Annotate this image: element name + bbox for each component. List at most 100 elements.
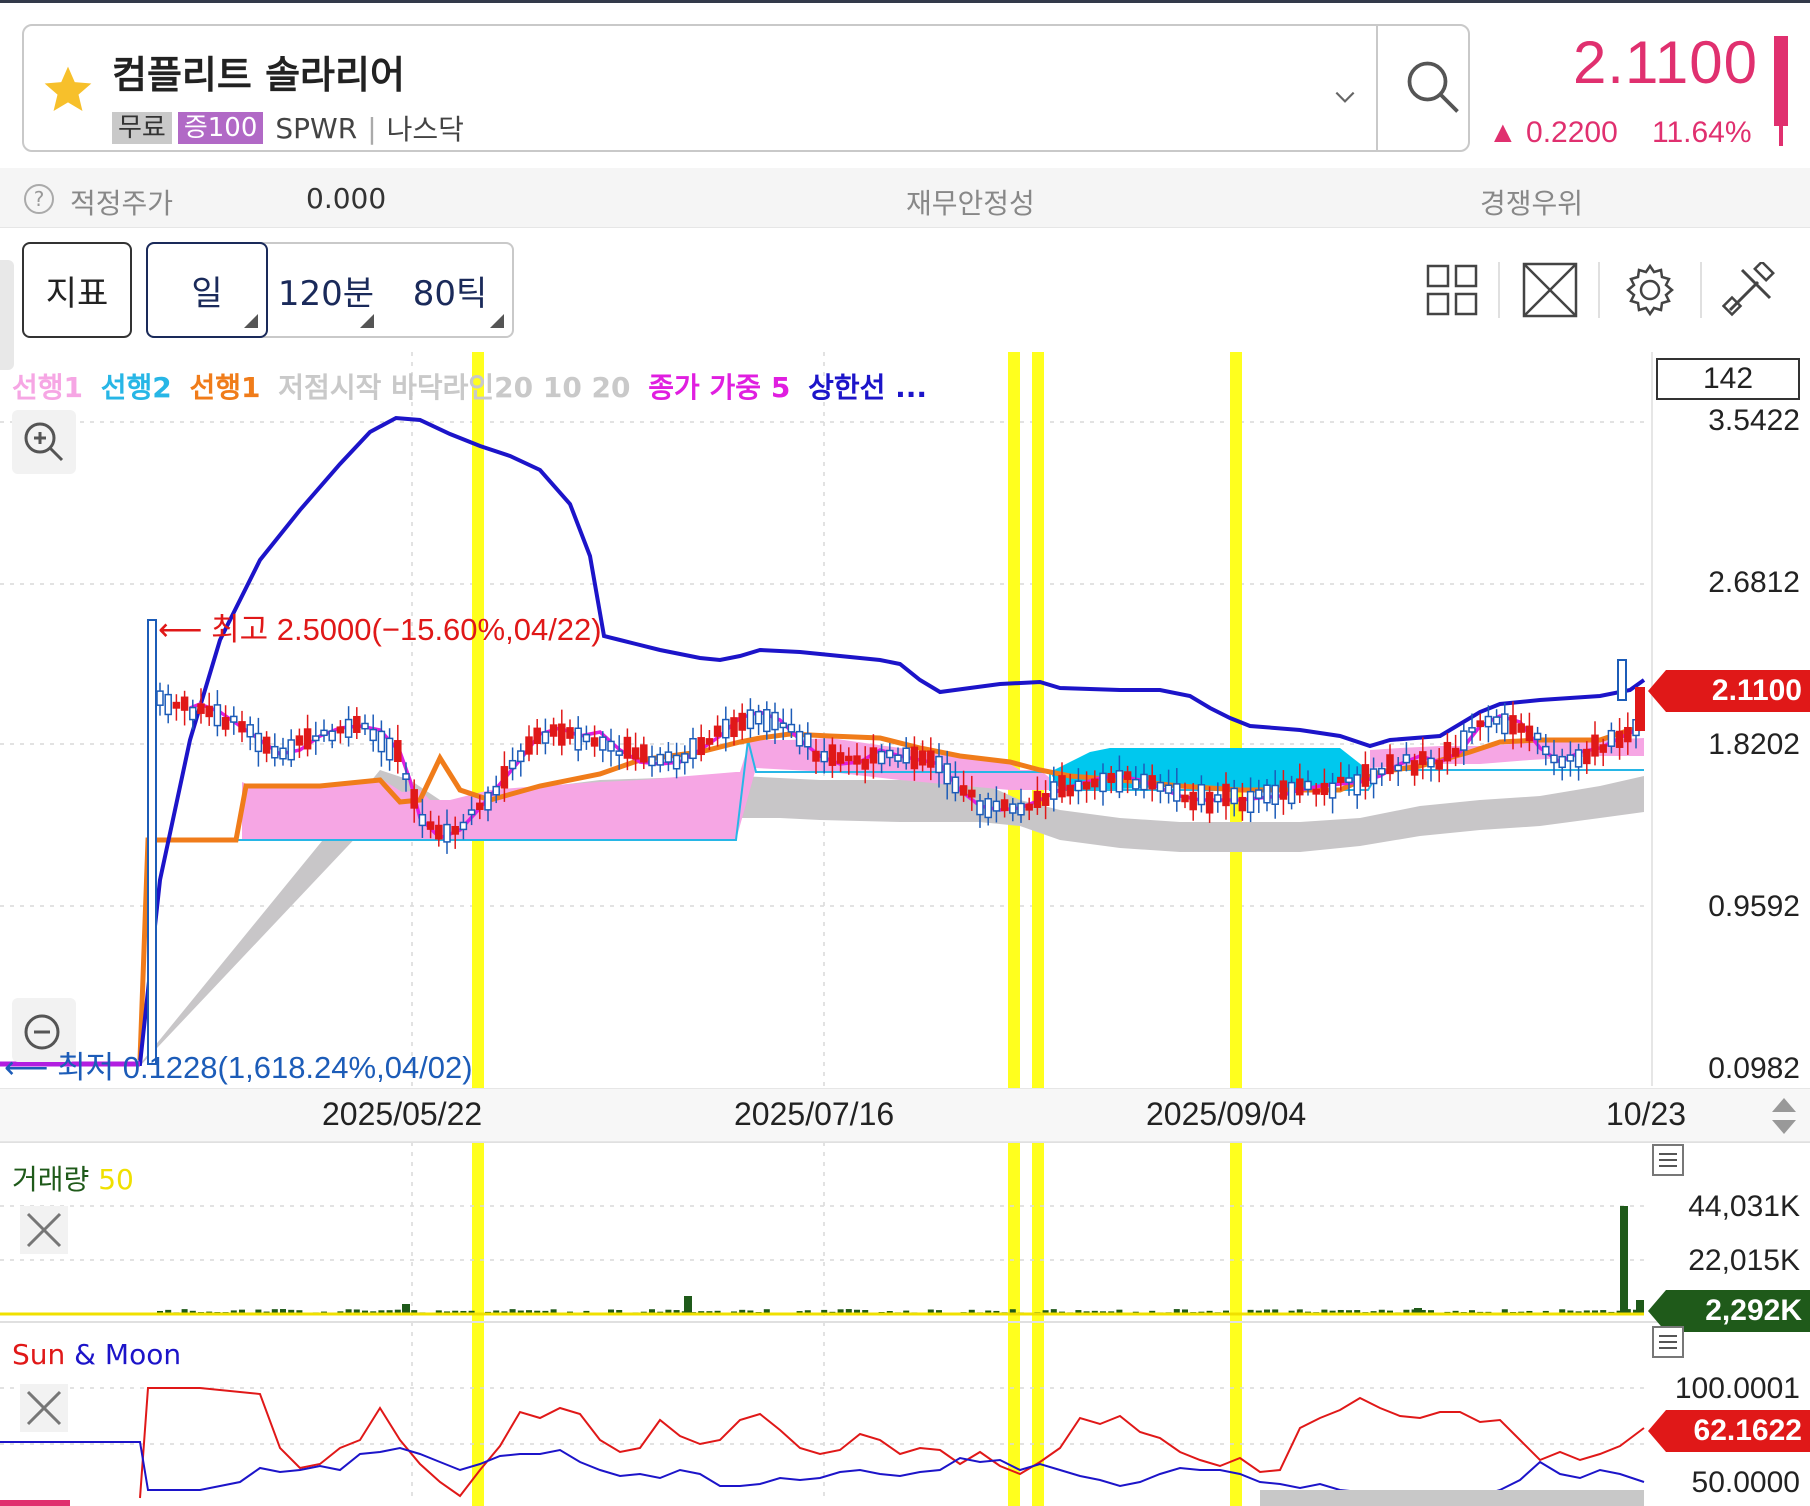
candle-body bbox=[689, 737, 697, 760]
close-pane-icon[interactable] bbox=[20, 1384, 68, 1432]
volume-tick: 44,031K bbox=[1688, 1190, 1800, 1223]
candle-body bbox=[1517, 723, 1525, 733]
candle-body bbox=[730, 717, 738, 738]
chevron-down-icon[interactable] bbox=[1332, 84, 1358, 110]
candle-body bbox=[623, 736, 632, 759]
high-annotation: ⟵ 최고 2.5000(−15.60%,04/22) bbox=[158, 604, 602, 649]
candle-body bbox=[951, 776, 960, 794]
candle-body bbox=[1000, 799, 1009, 812]
candle-body bbox=[1173, 783, 1181, 802]
scroll-indicator bbox=[1260, 1490, 1644, 1506]
candle-body bbox=[566, 727, 574, 739]
scroll-updown-icon[interactable] bbox=[1770, 1096, 1798, 1136]
zoom-in-icon[interactable] bbox=[12, 410, 76, 474]
candle-body bbox=[1255, 789, 1263, 799]
candle-body bbox=[754, 710, 763, 725]
candle-body bbox=[197, 703, 205, 714]
fair-price-label: 적정주가 bbox=[70, 187, 174, 220]
stock-selector[interactable]: 컴플리트 솔라리어 무료 증100 SPWR | 나스닥 bbox=[22, 24, 1470, 152]
candle-body bbox=[1107, 772, 1115, 784]
close-pane-icon[interactable] bbox=[20, 1206, 68, 1254]
candle-body bbox=[1558, 755, 1566, 769]
candle-body bbox=[410, 789, 418, 809]
candle-body bbox=[1279, 780, 1288, 800]
price-tick: 0.9592 bbox=[1708, 890, 1800, 923]
stock-name: 컴플리트 솔라리어 bbox=[112, 53, 405, 97]
candle-body bbox=[221, 717, 230, 730]
free-tag: 무료 bbox=[112, 112, 172, 144]
side-drawer-handle[interactable] bbox=[0, 260, 14, 370]
candle-body bbox=[869, 747, 878, 764]
candle-body bbox=[1419, 751, 1427, 765]
candle-body bbox=[451, 826, 459, 835]
candle-body bbox=[156, 690, 164, 706]
competitive-advantage-label[interactable]: 경쟁우위 bbox=[1480, 182, 1583, 222]
date-label: 10/23 bbox=[1606, 1096, 1687, 1132]
layout-grid-icon[interactable] bbox=[1424, 262, 1480, 318]
candle-body bbox=[435, 824, 443, 840]
price-tick: 3.5422 bbox=[1708, 404, 1800, 437]
period-day-tab[interactable]: 일 bbox=[146, 242, 268, 338]
candle-body bbox=[500, 766, 509, 789]
dropdown-corner-icon bbox=[244, 314, 258, 328]
candle-body bbox=[640, 744, 648, 763]
price-candle-wick bbox=[1779, 126, 1783, 146]
candle-body bbox=[1025, 803, 1033, 811]
candle-body bbox=[845, 755, 853, 762]
price-change: ▲ 0.2200 bbox=[1488, 116, 1618, 149]
candle-body bbox=[820, 751, 828, 763]
period-120m-tab[interactable]: 120분 bbox=[270, 244, 382, 336]
candle-body bbox=[1501, 713, 1509, 735]
indicator-legend[interactable]: 선행1 선행2 선행1 저점시작 바닥라인20 10 20 종가 가중 5 상한… bbox=[12, 366, 935, 406]
date-label: 2025/07/16 bbox=[734, 1096, 895, 1132]
candle-body bbox=[238, 721, 246, 733]
candle-body bbox=[828, 744, 837, 766]
tools-icon[interactable] bbox=[1722, 262, 1778, 318]
price-candle-icon bbox=[1774, 36, 1788, 126]
stock-chart[interactable] bbox=[0, 352, 1810, 1506]
candle-body bbox=[525, 736, 533, 755]
candle-body bbox=[1624, 726, 1632, 743]
candle-body bbox=[1476, 720, 1484, 728]
candle-body bbox=[353, 715, 361, 733]
candle-body bbox=[1378, 767, 1386, 775]
help-icon[interactable]: ? bbox=[24, 184, 54, 214]
candle-body bbox=[1304, 780, 1312, 791]
chart-gridlines bbox=[0, 352, 1650, 1500]
favorite-star-icon[interactable] bbox=[40, 62, 96, 118]
sunmoon-tick: 100.0001 bbox=[1674, 1372, 1800, 1405]
candle-body bbox=[492, 785, 500, 796]
candle-body bbox=[959, 785, 968, 796]
settings-gear-icon[interactable] bbox=[1622, 262, 1678, 318]
ticker-symbol: SPWR bbox=[275, 111, 358, 145]
volume-tick: 22,015K bbox=[1688, 1244, 1800, 1277]
period-80tick-tab[interactable]: 80틱 bbox=[388, 244, 512, 336]
pane-menu-icon[interactable] bbox=[1652, 1326, 1684, 1358]
pane-menu-icon[interactable] bbox=[1652, 1144, 1684, 1176]
candle-body bbox=[1197, 784, 1206, 806]
search-icon[interactable] bbox=[1402, 56, 1462, 116]
candle-body bbox=[1066, 784, 1074, 797]
candle-body bbox=[1140, 773, 1148, 791]
financial-stability-label[interactable]: 재무안정성 bbox=[906, 182, 1035, 222]
volume-bar bbox=[1620, 1206, 1628, 1314]
sunmoon-tick: 50.0000 bbox=[1691, 1466, 1800, 1499]
candle-body bbox=[1074, 780, 1083, 792]
amp-label: & bbox=[74, 1338, 97, 1371]
price-tick: 0.0982 bbox=[1708, 1052, 1800, 1085]
candle-body bbox=[459, 821, 468, 831]
indicator-button[interactable]: 지표 bbox=[22, 242, 132, 338]
high-arrow-icon: ⟵ bbox=[158, 612, 212, 647]
candle-body bbox=[1238, 796, 1247, 812]
top-border bbox=[0, 0, 1810, 3]
candle-body bbox=[787, 723, 796, 733]
candle-body bbox=[1591, 734, 1599, 757]
candle-body bbox=[1460, 730, 1468, 751]
candle-body bbox=[1041, 793, 1050, 806]
candle-body bbox=[968, 789, 976, 798]
candle-body bbox=[935, 755, 943, 774]
expand-icon[interactable] bbox=[1522, 262, 1578, 318]
candle-body bbox=[1205, 791, 1214, 814]
candle-body bbox=[1574, 749, 1583, 768]
visible-count-box[interactable]: 142 bbox=[1656, 358, 1800, 400]
